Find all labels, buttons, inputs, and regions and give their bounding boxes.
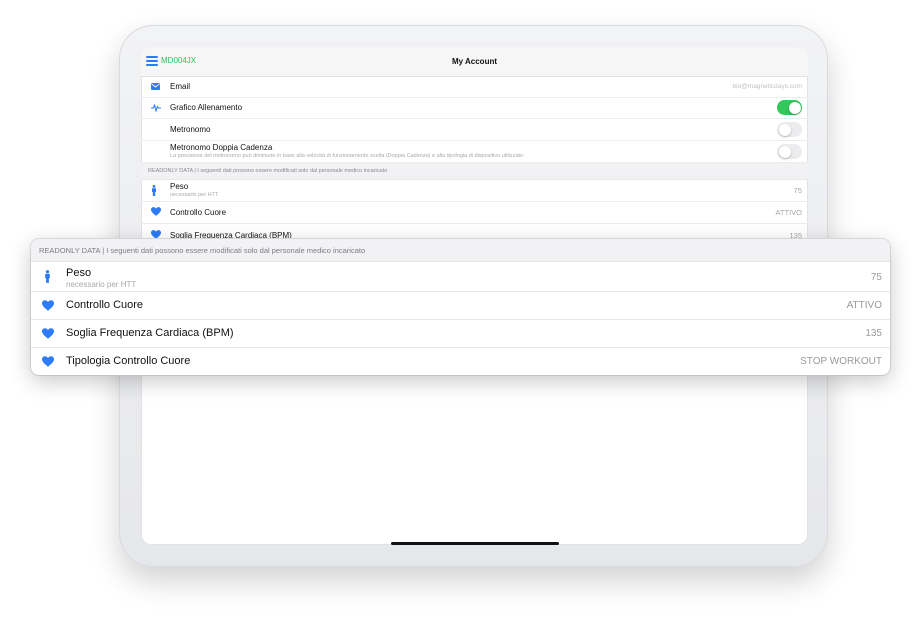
email-label: Email (170, 82, 191, 91)
controllo-cuore-value: ATTIVO (775, 208, 802, 217)
zoomed-soglia-value: 135 (865, 328, 882, 339)
zoomed-row-tipologia: Tipologia Controllo Cuore STOP WORKOUT (31, 347, 890, 375)
readonly-section-header: READONLY DATA | I seguenti dati possono … (141, 163, 808, 180)
doppia-cadenza-description: La precisione del metronomo può diminuir… (170, 153, 524, 159)
person-icon (45, 270, 50, 283)
zoomed-soglia-label: Soglia Frequenza Cardiaca (BPM) (66, 327, 234, 339)
controllo-cuore-label: Controllo Cuore (170, 208, 227, 217)
zoomed-row-controllo-cuore: Controllo Cuore ATTIVO (31, 291, 890, 320)
zoomed-tipologia-value: STOP WORKOUT (800, 356, 882, 367)
settings-row-metronomo-doppia: Metronomo Doppia Cadenza La precisione d… (141, 140, 808, 163)
zoomed-section-header-text: READONLY DATA | I seguenti dati possono … (39, 246, 366, 255)
doppia-cadenza-label: Metronomo Doppia Cadenza (170, 143, 273, 152)
zoomed-peso-label: Peso (66, 267, 92, 279)
person-icon (152, 185, 156, 196)
metronomo-label: Metronomo (170, 125, 211, 134)
home-indicator (391, 542, 559, 545)
peso-label: Peso (170, 182, 189, 191)
email-value: bio@magneticdays.com (732, 83, 802, 90)
page-title: My Account (451, 57, 498, 66)
zoomed-controllo-cuore-value: ATTIVO (846, 300, 882, 311)
navigation-bar: MD004JX My Account (141, 47, 808, 77)
zoomed-tipologia-label: Tipologia Controllo Cuore (66, 355, 191, 367)
readonly-row-controllo-cuore: Controllo Cuore ATTIVO (141, 201, 808, 224)
heart-icon (42, 300, 54, 311)
heart-icon (151, 230, 161, 239)
grafico-toggle[interactable] (777, 100, 802, 115)
doppia-cadenza-toggle[interactable] (777, 144, 802, 159)
peso-value: 75 (793, 186, 802, 195)
readonly-section-header-text: READONLY DATA | I seguenti dati possono … (148, 168, 388, 174)
mail-icon (151, 83, 160, 90)
heart-icon (42, 328, 54, 339)
settings-row-email[interactable]: Email bio@magneticdays.com (141, 76, 808, 98)
peso-sublabel: necessario per HTT (170, 192, 219, 198)
grafico-label: Grafico Allenamento (170, 103, 243, 112)
metronomo-toggle[interactable] (777, 122, 802, 137)
zoomed-readonly-panel: READONLY DATA | I seguenti dati possono … (31, 239, 890, 375)
settings-row-grafico: Grafico Allenamento (141, 97, 808, 119)
zoomed-controllo-cuore-label: Controllo Cuore (66, 299, 144, 311)
settings-row-metronomo: Metronomo (141, 118, 808, 141)
zoomed-peso-value: 75 (870, 272, 882, 283)
readonly-row-peso: Peso necessario per HTT 75 (141, 179, 808, 202)
heart-icon (151, 207, 161, 216)
zoomed-peso-sublabel: necessario per HTT (66, 280, 137, 289)
pulse-icon (151, 104, 161, 112)
heart-icon (42, 356, 54, 367)
zoomed-row-soglia: Soglia Frequenza Cardiaca (BPM) 135 (31, 319, 890, 348)
zoomed-row-peso: Peso necessario per HTT 75 (31, 262, 890, 292)
zoomed-section-header: READONLY DATA | I seguenti dati possono … (31, 239, 890, 262)
